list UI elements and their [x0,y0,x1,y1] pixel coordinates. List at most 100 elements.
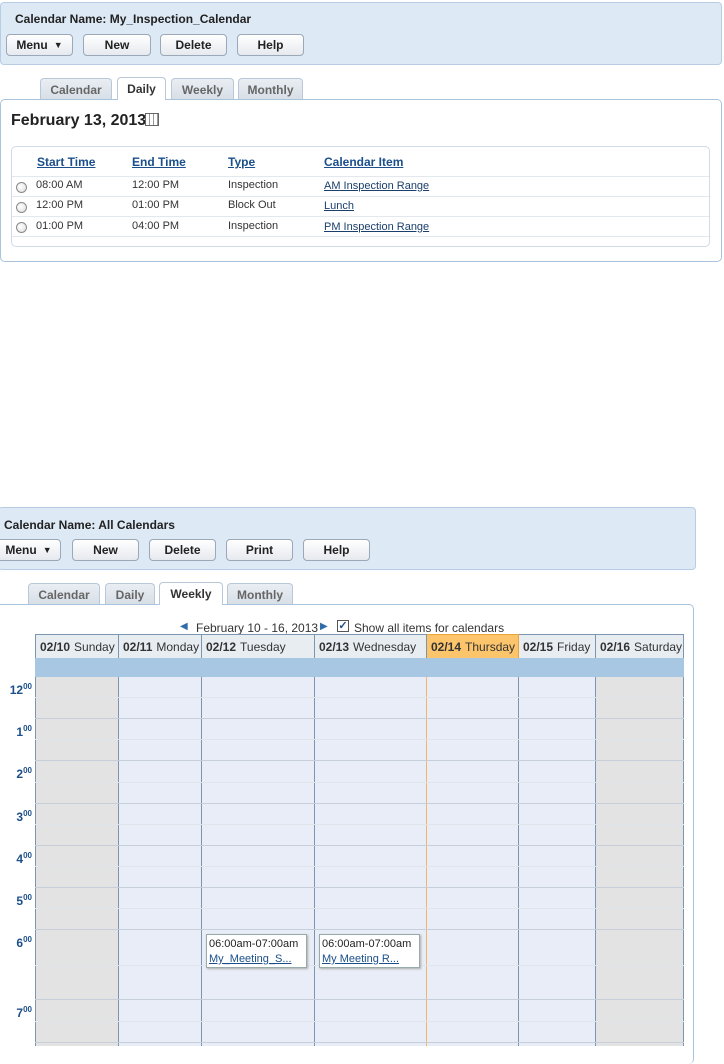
event-time: 06:00am-07:00am [322,938,412,950]
day-name: Saturday [634,639,683,654]
day-header-saturday: 02/16 Saturday [596,634,684,658]
menu-dropdown-icon: ▼ [42,544,52,555]
table-divider [12,216,709,217]
bottom-help-button[interactable]: Help [303,539,370,561]
hour-suffix: 00 [23,935,32,944]
calendar-picker-icon[interactable] [145,113,159,126]
row-select-radio[interactable] [16,202,27,213]
table-row-start: 01:00 PM [36,220,84,232]
show-all-label: Show all items for calendars [354,621,505,635]
table-divider [12,176,709,177]
hour-line [35,845,684,846]
hour-suffix: 00 [23,682,32,691]
event-title-link[interactable]: My_Meeting_S... [209,952,304,967]
hour-label: 400 [2,851,32,866]
column-header-start-time[interactable]: Start Time [37,155,95,169]
table-row-type: Inspection [228,179,279,191]
bottom-tab-monthly[interactable]: Monthly [227,583,293,605]
column-header-type[interactable]: Type [228,155,255,169]
table-divider [12,236,709,237]
day-name: Monday [156,639,200,654]
calendar-event[interactable]: 06:00am-07:00am My_Meeting_S... [206,934,307,968]
hour-suffix: 00 [23,851,32,860]
hour-label: 300 [2,809,32,824]
calendar-event[interactable]: 06:00am-07:00am My Meeting R... [319,934,420,968]
hour-label: 500 [2,893,32,908]
hour-line [35,760,684,761]
hour-label: 100 [2,724,32,739]
day-header-wednesday: 02/13 Wednesday [315,634,427,658]
top-tab-daily[interactable]: Daily [117,77,166,100]
half-hour-line [35,782,684,783]
column-header-end-time[interactable]: End Time [132,155,186,169]
half-hour-line [35,1021,684,1022]
hour-label: 600 [2,935,32,950]
top-help-button[interactable]: Help [237,34,304,56]
table-row-item-link[interactable]: PM Inspection Range [324,221,429,233]
row-select-radio[interactable] [16,222,27,233]
all-day-row[interactable] [35,658,684,677]
hour-suffix: 00 [23,893,32,902]
hour-suffix: 00 [23,724,32,733]
table-row-end: 12:00 PM [132,179,180,191]
table-row-start: 12:00 PM [36,199,84,211]
day-column-thursday[interactable] [427,677,519,1046]
prev-week-icon[interactable]: ◀ [180,621,188,632]
day-column-friday[interactable] [519,677,596,1046]
menu-dropdown-icon: ▼ [53,39,63,50]
hour-line [35,887,684,888]
table-row-end: 01:00 PM [132,199,180,211]
top-new-button[interactable]: New [83,34,151,56]
table-row-end: 04:00 PM [132,220,180,232]
bottom-delete-button[interactable]: Delete [149,539,216,561]
hour-label: 1200 [2,682,32,697]
bottom-tab-daily[interactable]: Daily [105,583,155,605]
half-hour-line [35,697,684,698]
top-tab-weekly[interactable]: Weekly [171,78,234,100]
bottom-menu-button[interactable]: Menu ▼ [0,539,61,561]
hour-line [35,803,684,804]
row-select-radio[interactable] [16,182,27,193]
bottom-tab-weekly[interactable]: Weekly [159,582,223,605]
half-hour-line [35,824,684,825]
next-week-icon[interactable]: ▶ [320,621,328,632]
hour-label: 700 [2,1005,32,1020]
daily-date-title: February 13, 2013 [11,112,147,129]
top-menu-label: Menu [16,38,48,52]
bottom-print-button[interactable]: Print [226,539,293,561]
top-menu-button[interactable]: Menu ▼ [6,34,73,56]
bottom-tab-calendar[interactable]: Calendar [28,583,100,605]
day-date: 02/16 [600,639,631,654]
top-delete-button[interactable]: Delete [160,34,227,56]
day-date: 02/15 [523,639,554,654]
half-hour-line [35,739,684,740]
column-header-calendar-item[interactable]: Calendar Item [324,155,403,169]
day-column-sunday[interactable] [35,677,119,1046]
day-date: 02/13 [319,639,350,654]
day-date: 02/10 [40,639,71,654]
top-tab-calendar[interactable]: Calendar [40,78,112,100]
table-row-item-link[interactable]: Lunch [324,200,354,212]
table-row-item-link[interactable]: AM Inspection Range [324,180,429,192]
day-column-monday[interactable] [119,677,202,1046]
half-hour-line [35,908,684,909]
hour-line [35,1042,684,1043]
bottom-menu-label: Menu [5,543,37,557]
week-range-label: February 10 - 16, 2013 [196,621,319,635]
bottom-calendar-name: Calendar Name: All Calendars [4,518,175,532]
day-name: Wednesday [353,639,417,654]
day-date: 02/12 [206,639,237,654]
top-tab-monthly[interactable]: Monthly [238,78,303,100]
show-all-checkbox[interactable]: ✓ [337,620,349,632]
hour-label: 200 [2,766,32,781]
hour-suffix: 00 [23,809,32,818]
table-divider [12,196,709,197]
day-column-saturday[interactable] [596,677,684,1046]
bottom-new-button[interactable]: New [72,539,139,561]
day-name: Friday [557,639,591,654]
day-column-wednesday[interactable] [315,677,427,1046]
table-row-type: Block Out [228,199,276,211]
event-title-link[interactable]: My Meeting R... [322,952,417,967]
hour-line [35,718,684,719]
day-column-tuesday[interactable] [202,677,315,1046]
